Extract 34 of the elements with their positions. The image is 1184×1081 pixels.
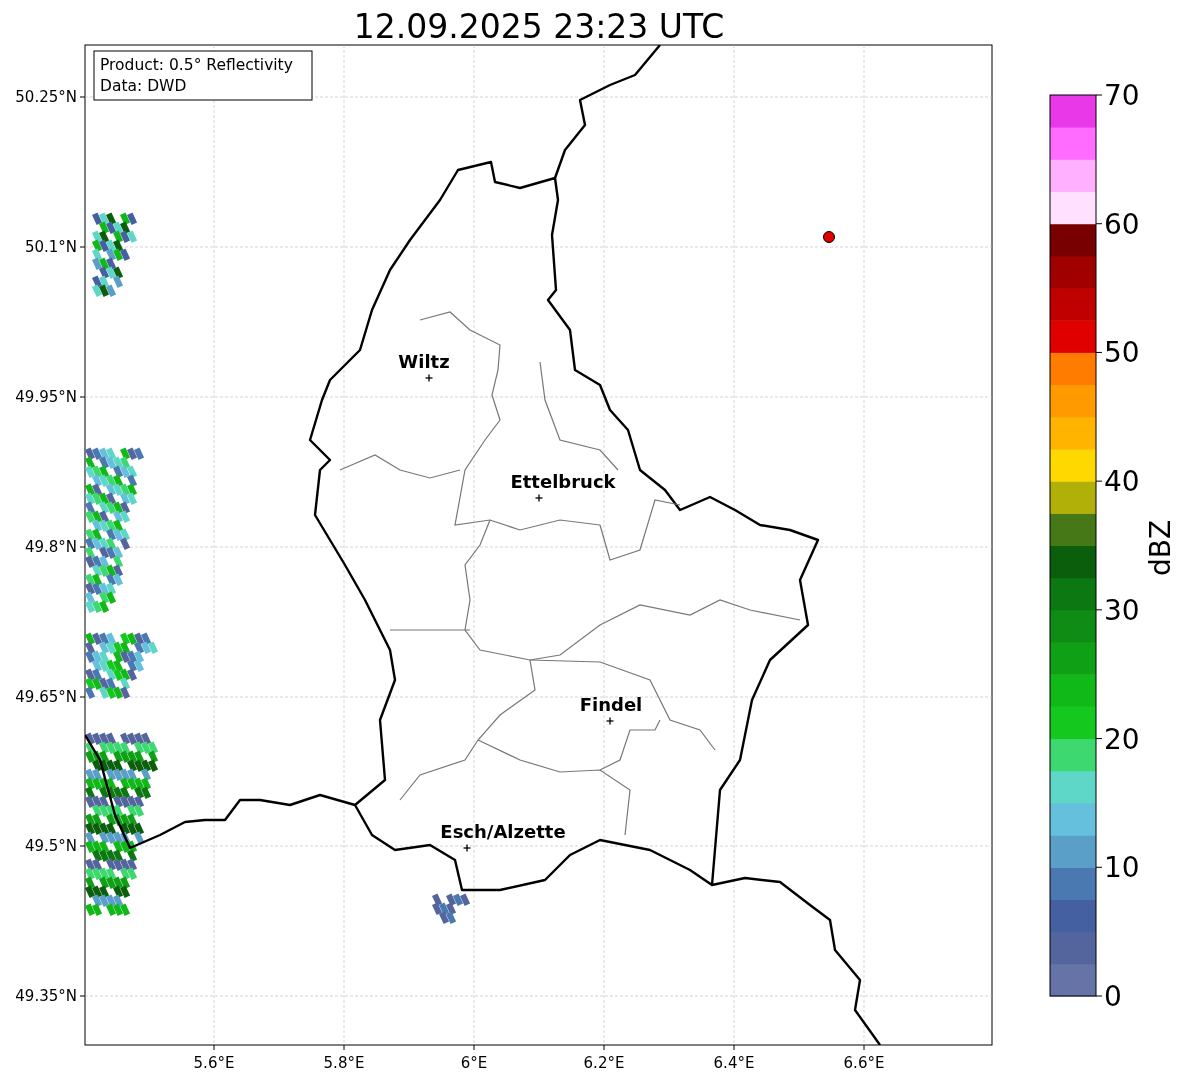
colorbar-tick-label: 40 <box>1104 465 1140 499</box>
city-marker-icon <box>534 493 544 503</box>
latitude-label: 50.25°N <box>15 88 77 106</box>
radar-site-marker-icon <box>823 231 835 243</box>
city-marker-icon <box>462 843 472 853</box>
chart-title: 12.09.2025 23:23 UTC <box>353 7 725 46</box>
colorbar-tick-label: 70 <box>1104 79 1140 112</box>
city-marker-icon <box>605 716 615 726</box>
longitude-label: 6.4°E <box>713 1054 755 1072</box>
info-text: Data: DWD <box>100 77 187 95</box>
latitude-label: 50.1°N <box>24 238 77 256</box>
colorbar-tick-label: 60 <box>1104 207 1140 241</box>
latitude-label: 49.65°N <box>15 688 77 706</box>
colorbar-tick-label: 30 <box>1104 593 1140 627</box>
city-label: Ettelbruck <box>510 471 616 492</box>
colorbar-tick-label: 0 <box>1104 980 1122 1013</box>
longitude-label: 6.2°E <box>583 1054 625 1072</box>
colorbar-label: dBZ <box>1144 519 1177 577</box>
info-text: Product: 0.5° Reflectivity <box>100 56 293 74</box>
colorbar-tick-label: 20 <box>1104 722 1140 756</box>
latitude-label: 49.35°N <box>15 987 77 1005</box>
longitude-label: 6°E <box>460 1054 488 1072</box>
longitude-label: 5.6°E <box>193 1054 235 1072</box>
colorbar-tick-label: 50 <box>1104 336 1140 370</box>
city-marker-icon <box>424 373 434 383</box>
colorbar-tick-label: 10 <box>1104 851 1140 885</box>
city-label: Wiltz <box>398 351 450 372</box>
city-label: Esch/Alzette <box>440 821 566 842</box>
latitude-label: 49.8°N <box>24 538 77 556</box>
longitude-label: 5.8°E <box>323 1054 365 1072</box>
latitude-label: 49.5°N <box>24 837 77 855</box>
city-label: Findel <box>579 694 643 715</box>
latitude-label: 49.95°N <box>15 388 77 406</box>
longitude-label: 6.6°E <box>843 1054 885 1072</box>
